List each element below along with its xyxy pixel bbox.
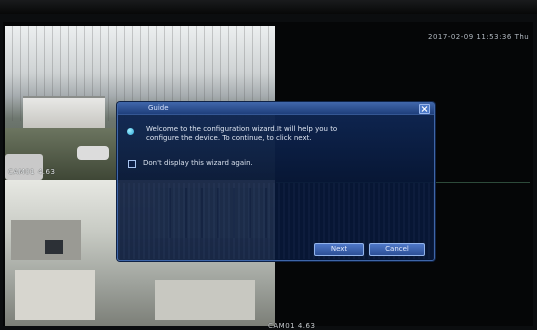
desk (155, 280, 255, 320)
dialog-title: Guide (148, 104, 169, 112)
desk (15, 270, 95, 320)
close-icon (421, 106, 428, 112)
camera-label-1: CAM01 4.63 (8, 168, 56, 176)
welcome-message: Welcome to the configuration wizard.It w… (146, 125, 338, 142)
cancel-button[interactable]: Cancel (369, 243, 425, 256)
dialog-titlebar[interactable]: Guide (118, 103, 434, 115)
car (5, 154, 43, 180)
info-bullet-icon (127, 128, 134, 135)
datetime-overlay: 2017-02-09 11:53:36 Thu (428, 33, 530, 41)
close-button[interactable] (419, 104, 430, 114)
monitor (45, 240, 63, 254)
guide-dialog: Guide Welcome to the configuration wizar… (117, 102, 435, 261)
checkbox-icon[interactable] (128, 160, 136, 168)
monitor-bezel (0, 0, 537, 14)
dont-show-again-label[interactable]: Don't display this wizard again. (143, 159, 343, 167)
car (77, 146, 109, 160)
next-button[interactable]: Next (314, 243, 364, 256)
